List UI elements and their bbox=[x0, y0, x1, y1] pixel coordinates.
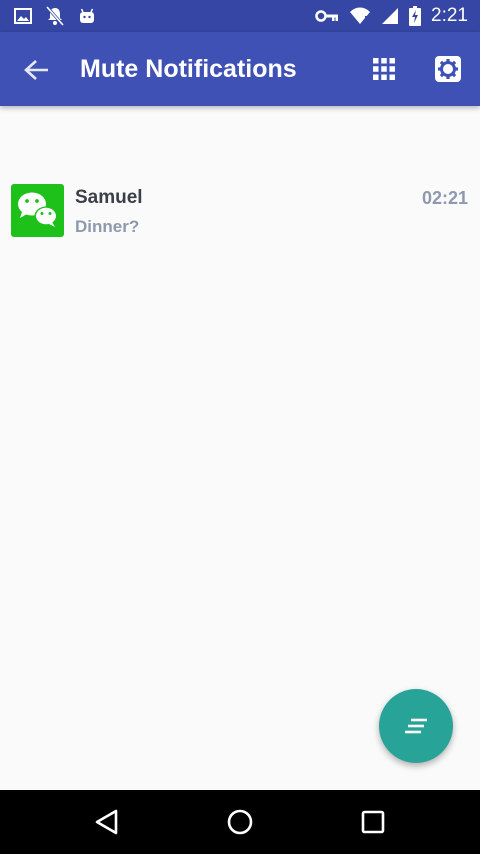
notifications-off-icon bbox=[46, 6, 64, 26]
home-circle-icon bbox=[227, 809, 253, 835]
wifi-icon bbox=[350, 7, 371, 24]
nav-back-button[interactable] bbox=[89, 804, 125, 840]
grid-icon bbox=[373, 58, 395, 80]
sort-icon bbox=[405, 718, 427, 734]
arrow-back-icon bbox=[24, 60, 48, 80]
signal-icon bbox=[382, 8, 399, 24]
sort-fab-button[interactable] bbox=[379, 689, 453, 763]
page-title: Mute Notifications bbox=[80, 55, 297, 83]
status-time: 2:21 bbox=[431, 5, 468, 26]
image-icon bbox=[14, 8, 32, 24]
nav-recents-button[interactable] bbox=[355, 804, 391, 840]
notification-item[interactable]: Samuel Dinner? 02:21 bbox=[0, 172, 480, 248]
status-right-icons: 2:21 bbox=[315, 5, 468, 27]
status-bar: 2:21 bbox=[0, 0, 480, 32]
nav-home-button[interactable] bbox=[222, 804, 258, 840]
vpn-key-icon bbox=[315, 10, 339, 22]
grid-button[interactable] bbox=[372, 57, 396, 81]
notification-message: Dinner? bbox=[75, 217, 140, 236]
battery-charging-icon bbox=[409, 6, 422, 26]
back-triangle-icon bbox=[95, 809, 118, 835]
navigation-bar bbox=[0, 790, 480, 854]
recents-square-icon bbox=[361, 810, 385, 834]
android-icon bbox=[80, 8, 94, 23]
app-bar: Mute Notifications bbox=[0, 32, 480, 106]
settings-button[interactable] bbox=[434, 55, 462, 83]
settings-icon bbox=[435, 56, 461, 82]
status-left-icons bbox=[14, 6, 96, 26]
back-button[interactable] bbox=[22, 55, 52, 85]
notification-sender: Samuel bbox=[75, 187, 143, 208]
app-icon-container bbox=[11, 184, 64, 237]
wechat-icon bbox=[18, 192, 58, 227]
notification-time: 02:21 bbox=[421, 188, 468, 208]
